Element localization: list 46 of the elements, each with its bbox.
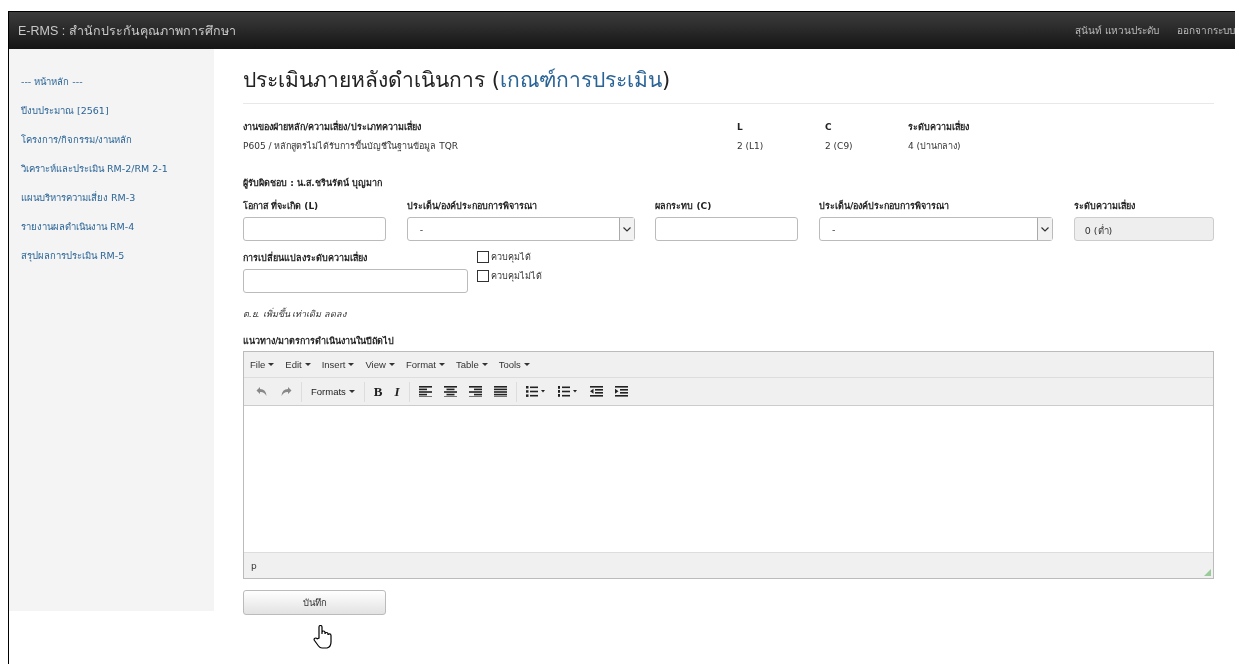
field-label: ผลกระทบ (C)	[655, 200, 713, 213]
column-header: L	[737, 121, 744, 134]
page-title: ประเมินภายหลังดำเนินการ (เกณฑ์การประเมิน)	[243, 63, 1214, 104]
sidebar-link[interactable]: สรุปผลการประเมิน RM-5	[21, 247, 214, 265]
field-label: การเปลี่ยนแปลงระดับความเสี่ยง	[243, 252, 368, 265]
criteria-link[interactable]: เกณฑ์การประเมิน	[499, 68, 662, 92]
app-title[interactable]: E-RMS : สำนักประกันคุณภาพการศึกษา	[18, 20, 1057, 41]
field-label: ประเด็น/องค์ประกอบการพิจารณา	[406, 200, 538, 213]
bold-button[interactable]: B	[367, 381, 389, 402]
menu-item[interactable]: Tools	[498, 359, 530, 370]
sidebar-link[interactable]: ปีงบประมาณ [2561]	[21, 102, 214, 120]
column-value: 2 (L1)	[737, 140, 765, 153]
responsible-label: ผู้รับผิดชอบ : น.ส.ชรินรัตน์ บุญมาก	[243, 176, 383, 190]
sidebar-link[interactable]: --- หน้าหลัก ---	[21, 73, 214, 91]
field-label: ระดับความเสี่ยง	[1073, 200, 1136, 213]
checkbox-label: ควบคุมไม่ได้	[491, 270, 542, 283]
sidebar-link[interactable]: รายงานผลดำเนินงาน RM-4	[21, 218, 214, 236]
hint-text: ต.ย. เพิ่มขึ้น เท่าเดิม ลดลง	[243, 307, 348, 321]
sidebar-link[interactable]: แผนบริหารความเสี่ยง RM-3	[21, 189, 214, 207]
menu-item[interactable]: View	[365, 359, 395, 370]
field-label: แนวทาง/มาตรการดำเนินงานในปีถัดไป	[243, 335, 396, 348]
readonly-field: 0 (ต่ำ)	[1073, 217, 1214, 241]
column-header: งานของฝ่ายหลัก/ความเสี่ยง/ประเภทความเสี่ยง	[243, 120, 422, 134]
sidebar-link[interactable]: โครงการ/กิจกรรม/งานหลัก	[21, 131, 214, 149]
dropdown[interactable]: -	[819, 217, 1054, 241]
field-label: โอกาส ที่จะเกิด (L)	[243, 200, 320, 213]
logout-link[interactable]: ออกจากระบบ	[1177, 23, 1235, 38]
sidebar-link[interactable]: วิเคราะห์และประเมิน RM-2/RM 2-1	[21, 160, 214, 178]
menu-item[interactable]: Edit	[285, 359, 311, 370]
italic-button[interactable]: I	[388, 381, 406, 402]
column-value: 2 (C9)	[825, 140, 854, 153]
menu-item[interactable]: Insert	[321, 359, 355, 370]
menu-item[interactable]: File	[250, 359, 275, 370]
formats-dropdown[interactable]: Formats	[305, 381, 361, 402]
column-value: 4 (ปานกลาง)	[908, 140, 962, 153]
column-header: C	[825, 121, 833, 134]
menu-item[interactable]: Table	[455, 359, 488, 370]
element-path: p	[251, 560, 257, 571]
menu-item[interactable]: Format	[405, 359, 445, 370]
dropdown[interactable]: -	[406, 217, 635, 241]
checkbox-label: ควบคุมได้	[491, 251, 531, 264]
field-label: ประเด็น/องค์ประกอบการพิจารณา	[819, 200, 951, 213]
column-header: ระดับความเสี่ยง	[908, 120, 970, 134]
save-button[interactable]: บันทึก	[243, 590, 386, 615]
user-link[interactable]: สุนันท์ แหวนประดับ	[1074, 23, 1159, 38]
column-value: P605 / หลักสูตรไม่ได้รับการขึ้นบัญชีในฐานข้อมูล TQR	[243, 139, 460, 153]
